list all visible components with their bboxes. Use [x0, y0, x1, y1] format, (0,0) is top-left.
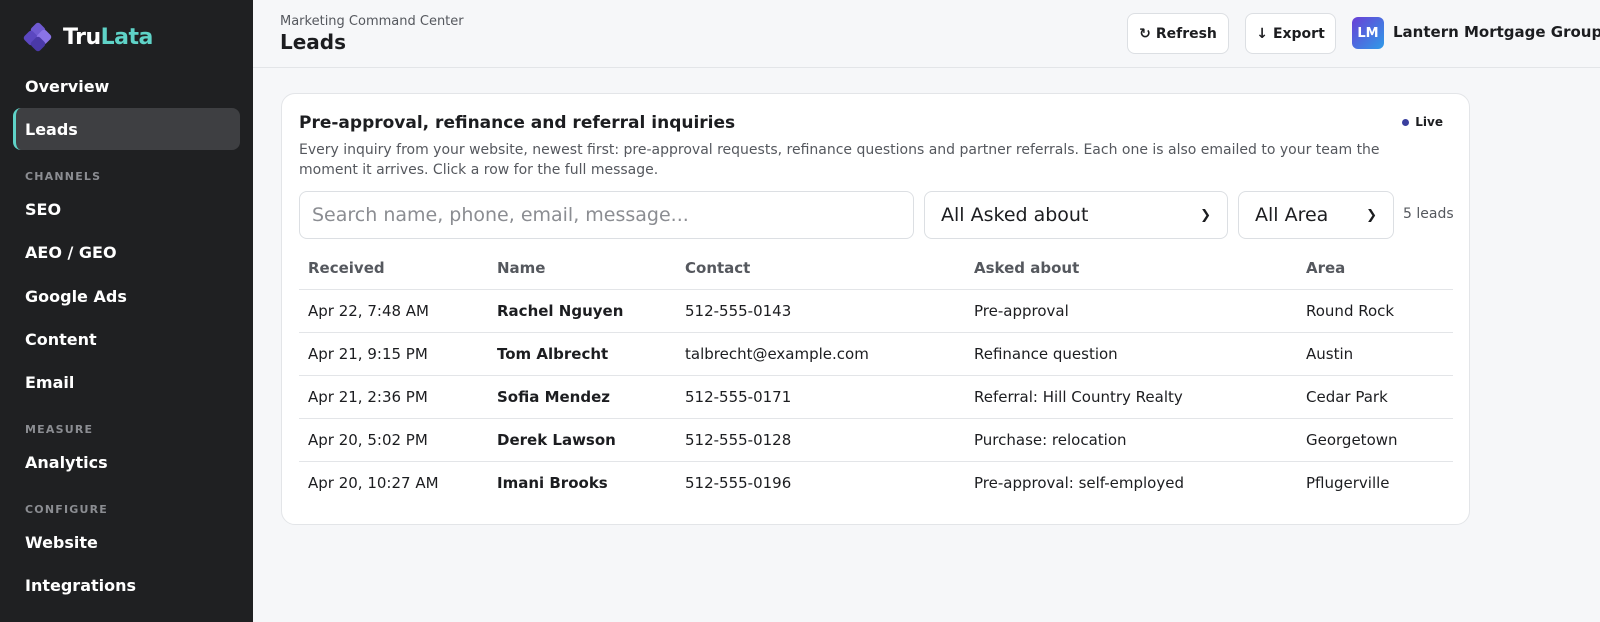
chevron-down-icon: ❯ — [1366, 207, 1377, 223]
leads-card: Pre-approval, refinance and referral inq… — [281, 93, 1470, 525]
sidebar-item-content[interactable]: Content — [13, 318, 240, 360]
cell-name: Derek Lawson — [488, 418, 676, 462]
refresh-button-label: Refresh — [1155, 25, 1217, 42]
column-header-area[interactable]: Area — [1297, 248, 1453, 290]
cell-received: Apr 22, 7:48 AM — [299, 289, 488, 333]
page-header: Marketing Command Center Leads ↻ Refresh… — [253, 0, 1600, 68]
cell-asked-about: Purchase: relocation — [965, 418, 1297, 462]
brand-logo[interactable]: TruLata — [22, 21, 153, 53]
cell-area: Austin — [1297, 332, 1453, 376]
brand-name-part2: Lata — [100, 24, 154, 50]
brand-name-part1: Tru — [63, 24, 101, 50]
cell-area: Georgetown — [1297, 418, 1453, 462]
cell-contact: 512-555-0143 — [676, 289, 965, 333]
cell-contact: 512-555-0171 — [676, 375, 965, 419]
refresh-button[interactable]: ↻ Refresh — [1127, 13, 1229, 54]
avatar[interactable]: LM — [1352, 17, 1384, 49]
search-input[interactable] — [299, 191, 914, 239]
column-header-name[interactable]: Name — [488, 248, 676, 290]
table-row[interactable]: Apr 22, 7:48 AM Rachel Nguyen 512-555-01… — [299, 289, 1453, 333]
refresh-icon: ↻ — [1139, 25, 1151, 42]
sidebar-section-channels: CHANNELS — [25, 170, 102, 183]
lead-count: 5 leads — [1403, 206, 1454, 222]
cell-contact: 512-555-0128 — [676, 418, 965, 462]
sidebar-item-overview[interactable]: Overview — [13, 65, 240, 107]
column-header-asked-about[interactable]: Asked about — [965, 248, 1297, 290]
cell-name: Imani Brooks — [497, 473, 608, 492]
sidebar-item-leads[interactable]: Leads — [13, 108, 240, 150]
live-badge: Live — [1402, 115, 1443, 129]
cell-area: Cedar Park — [1297, 375, 1453, 419]
cell-received: Apr 21, 2:36 PM — [299, 375, 488, 419]
area-filter[interactable]: All Area ❯ — [1238, 191, 1394, 239]
table-header-row: Received Name Contact Asked about Area — [299, 248, 1453, 290]
cell-asked-about: Pre-approval — [965, 289, 1297, 333]
table-row[interactable]: Apr 20, 5:02 PM Derek Lawson 512-555-012… — [299, 418, 1453, 462]
brand-name: TruLata — [63, 25, 153, 50]
cell-contact: 512-555-0196 — [685, 473, 792, 492]
live-dot-icon — [1402, 118, 1410, 126]
sidebar-section-measure: MEASURE — [25, 423, 94, 436]
cell-name: Tom Albrecht — [488, 332, 676, 376]
sidebar: TruLata Overview Leads CHANNELS SEO AEO … — [0, 0, 253, 622]
cell-contact: talbrecht@example.com — [676, 332, 965, 376]
column-header-contact[interactable]: Contact — [676, 248, 965, 290]
sidebar-item-integrations[interactable]: Integrations — [13, 564, 240, 606]
cell-received: Apr 20, 5:02 PM — [299, 418, 488, 462]
cell-area: Round Rock — [1297, 289, 1453, 333]
table-row[interactable]: Apr 21, 2:36 PM Sofia Mendez 512-555-017… — [299, 375, 1453, 419]
org-name[interactable]: Lantern Mortgage Group — [1393, 23, 1600, 41]
sidebar-item-website[interactable]: Website — [13, 521, 240, 563]
sidebar-item-google-ads[interactable]: Google Ads — [13, 275, 240, 317]
card-description: Every inquiry from your website, newest … — [299, 142, 1380, 178]
cell-asked-about: Refinance question — [965, 332, 1297, 376]
cell-name: Rachel Nguyen — [488, 289, 676, 333]
cell-name: Sofia Mendez — [488, 375, 676, 419]
sidebar-item-analytics[interactable]: Analytics — [13, 441, 240, 483]
cell-received: Apr 20, 10:27 AM — [308, 473, 439, 492]
cell-asked-about: Pre-approval: self-employed — [974, 473, 1184, 492]
cell-area: Pflugerville — [1306, 473, 1390, 492]
breadcrumb: Marketing Command Center — [280, 14, 464, 29]
cell-asked-about: Referral: Hill Country Realty — [965, 375, 1297, 419]
download-icon: ↓ — [1256, 25, 1268, 42]
column-header-received[interactable]: Received — [299, 248, 488, 290]
export-button-label: Export — [1272, 25, 1325, 42]
brand-mark-icon — [22, 21, 53, 53]
chevron-down-icon: ❯ — [1200, 207, 1211, 223]
card-title: Pre-approval, refinance and referral inq… — [299, 113, 736, 133]
sidebar-item-aeo-geo[interactable]: AEO / GEO — [13, 231, 240, 273]
sidebar-item-email[interactable]: Email — [13, 361, 240, 403]
live-label: Live — [1415, 115, 1443, 129]
table-row[interactable]: Apr 21, 9:15 PM Tom Albrecht talbrecht@e… — [299, 332, 1453, 376]
table-row[interactable]: Apr 20, 10:27 AM Imani Brooks 512-555-01… — [299, 461, 1453, 504]
page-title: Leads — [280, 30, 347, 54]
asked-about-filter[interactable]: All Asked about ❯ — [924, 191, 1228, 239]
area-filter-value: All Area — [1255, 204, 1329, 226]
sidebar-item-seo[interactable]: SEO — [13, 188, 240, 230]
asked-about-filter-value: All Asked about — [941, 204, 1089, 226]
sidebar-section-configure: CONFIGURE — [25, 503, 108, 516]
export-button[interactable]: ↓ Export — [1245, 13, 1336, 54]
cell-received: Apr 21, 9:15 PM — [299, 332, 488, 376]
leads-table: Received Name Contact Asked about Area A… — [299, 248, 1453, 504]
